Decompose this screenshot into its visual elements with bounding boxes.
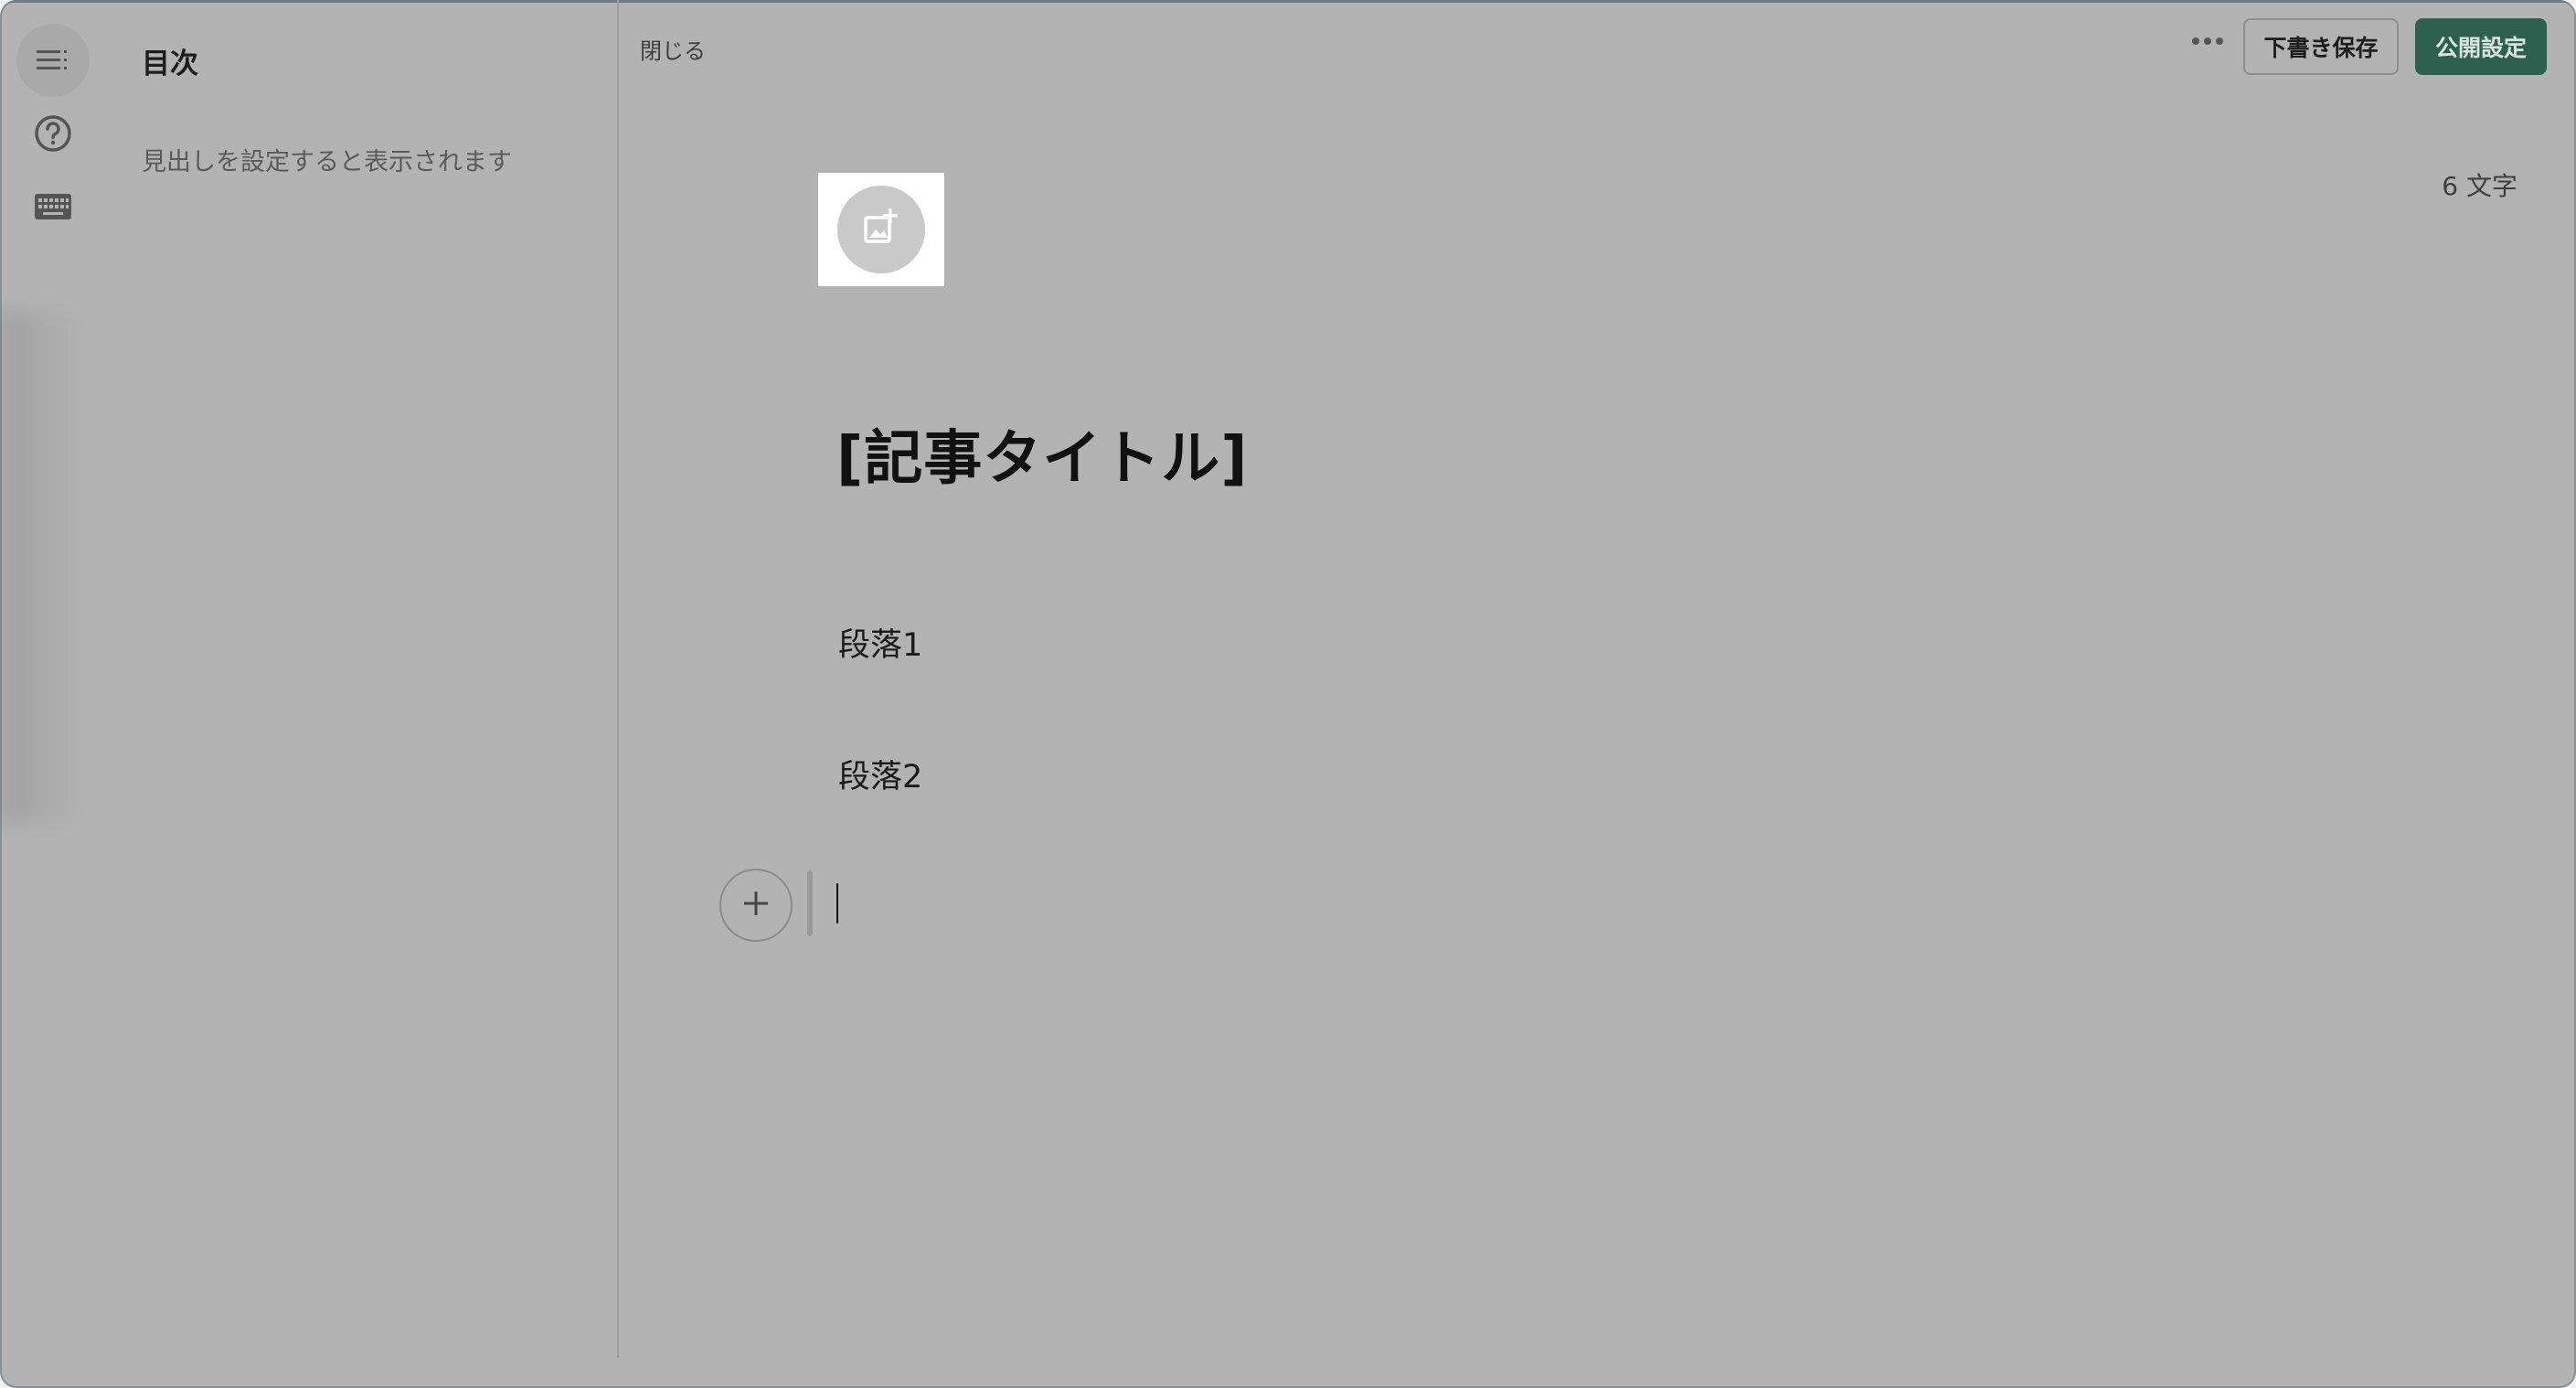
keyboard-shortcuts-button[interactable] xyxy=(16,170,90,243)
editor-window: 目次 見出しを設定すると表示されます 閉じる 下書き保存 公開設定 6 文字 [… xyxy=(0,0,2576,1388)
block-indicator xyxy=(807,870,813,936)
close-button[interactable]: 閉じる xyxy=(640,33,706,65)
paragraph-2[interactable]: 段落2 xyxy=(838,751,922,797)
add-block-button[interactable] xyxy=(719,869,793,942)
more-options-button[interactable] xyxy=(2185,22,2230,59)
toc-toggle-button[interactable] xyxy=(16,24,90,97)
toc-title: 目次 xyxy=(142,48,198,80)
rail-shadow xyxy=(0,311,82,823)
more-horizontal-icon xyxy=(2191,32,2224,49)
plus-icon xyxy=(741,889,771,922)
paragraph-1[interactable]: 段落1 xyxy=(838,619,922,666)
eyecatch-image-button[interactable] xyxy=(818,173,944,286)
toc-panel: 目次 見出しを設定すると表示されます xyxy=(105,0,619,1358)
toc-icon xyxy=(35,48,71,73)
save-draft-button[interactable]: 下書き保存 xyxy=(2243,18,2399,75)
character-count: 6 文字 xyxy=(2442,171,2517,201)
keyboard-icon xyxy=(34,193,72,220)
add-image-icon xyxy=(860,207,902,252)
publish-settings-button[interactable]: 公開設定 xyxy=(2415,18,2547,75)
toc-empty-message: 見出しを設定すると表示されます xyxy=(142,148,512,176)
help-button[interactable] xyxy=(16,97,90,170)
eyecatch-circle xyxy=(837,186,925,273)
article-title[interactable]: [記事タイトル] xyxy=(836,411,1249,496)
empty-paragraph-input[interactable] xyxy=(836,883,838,924)
icon-rail xyxy=(0,0,105,1388)
help-icon xyxy=(33,113,73,154)
